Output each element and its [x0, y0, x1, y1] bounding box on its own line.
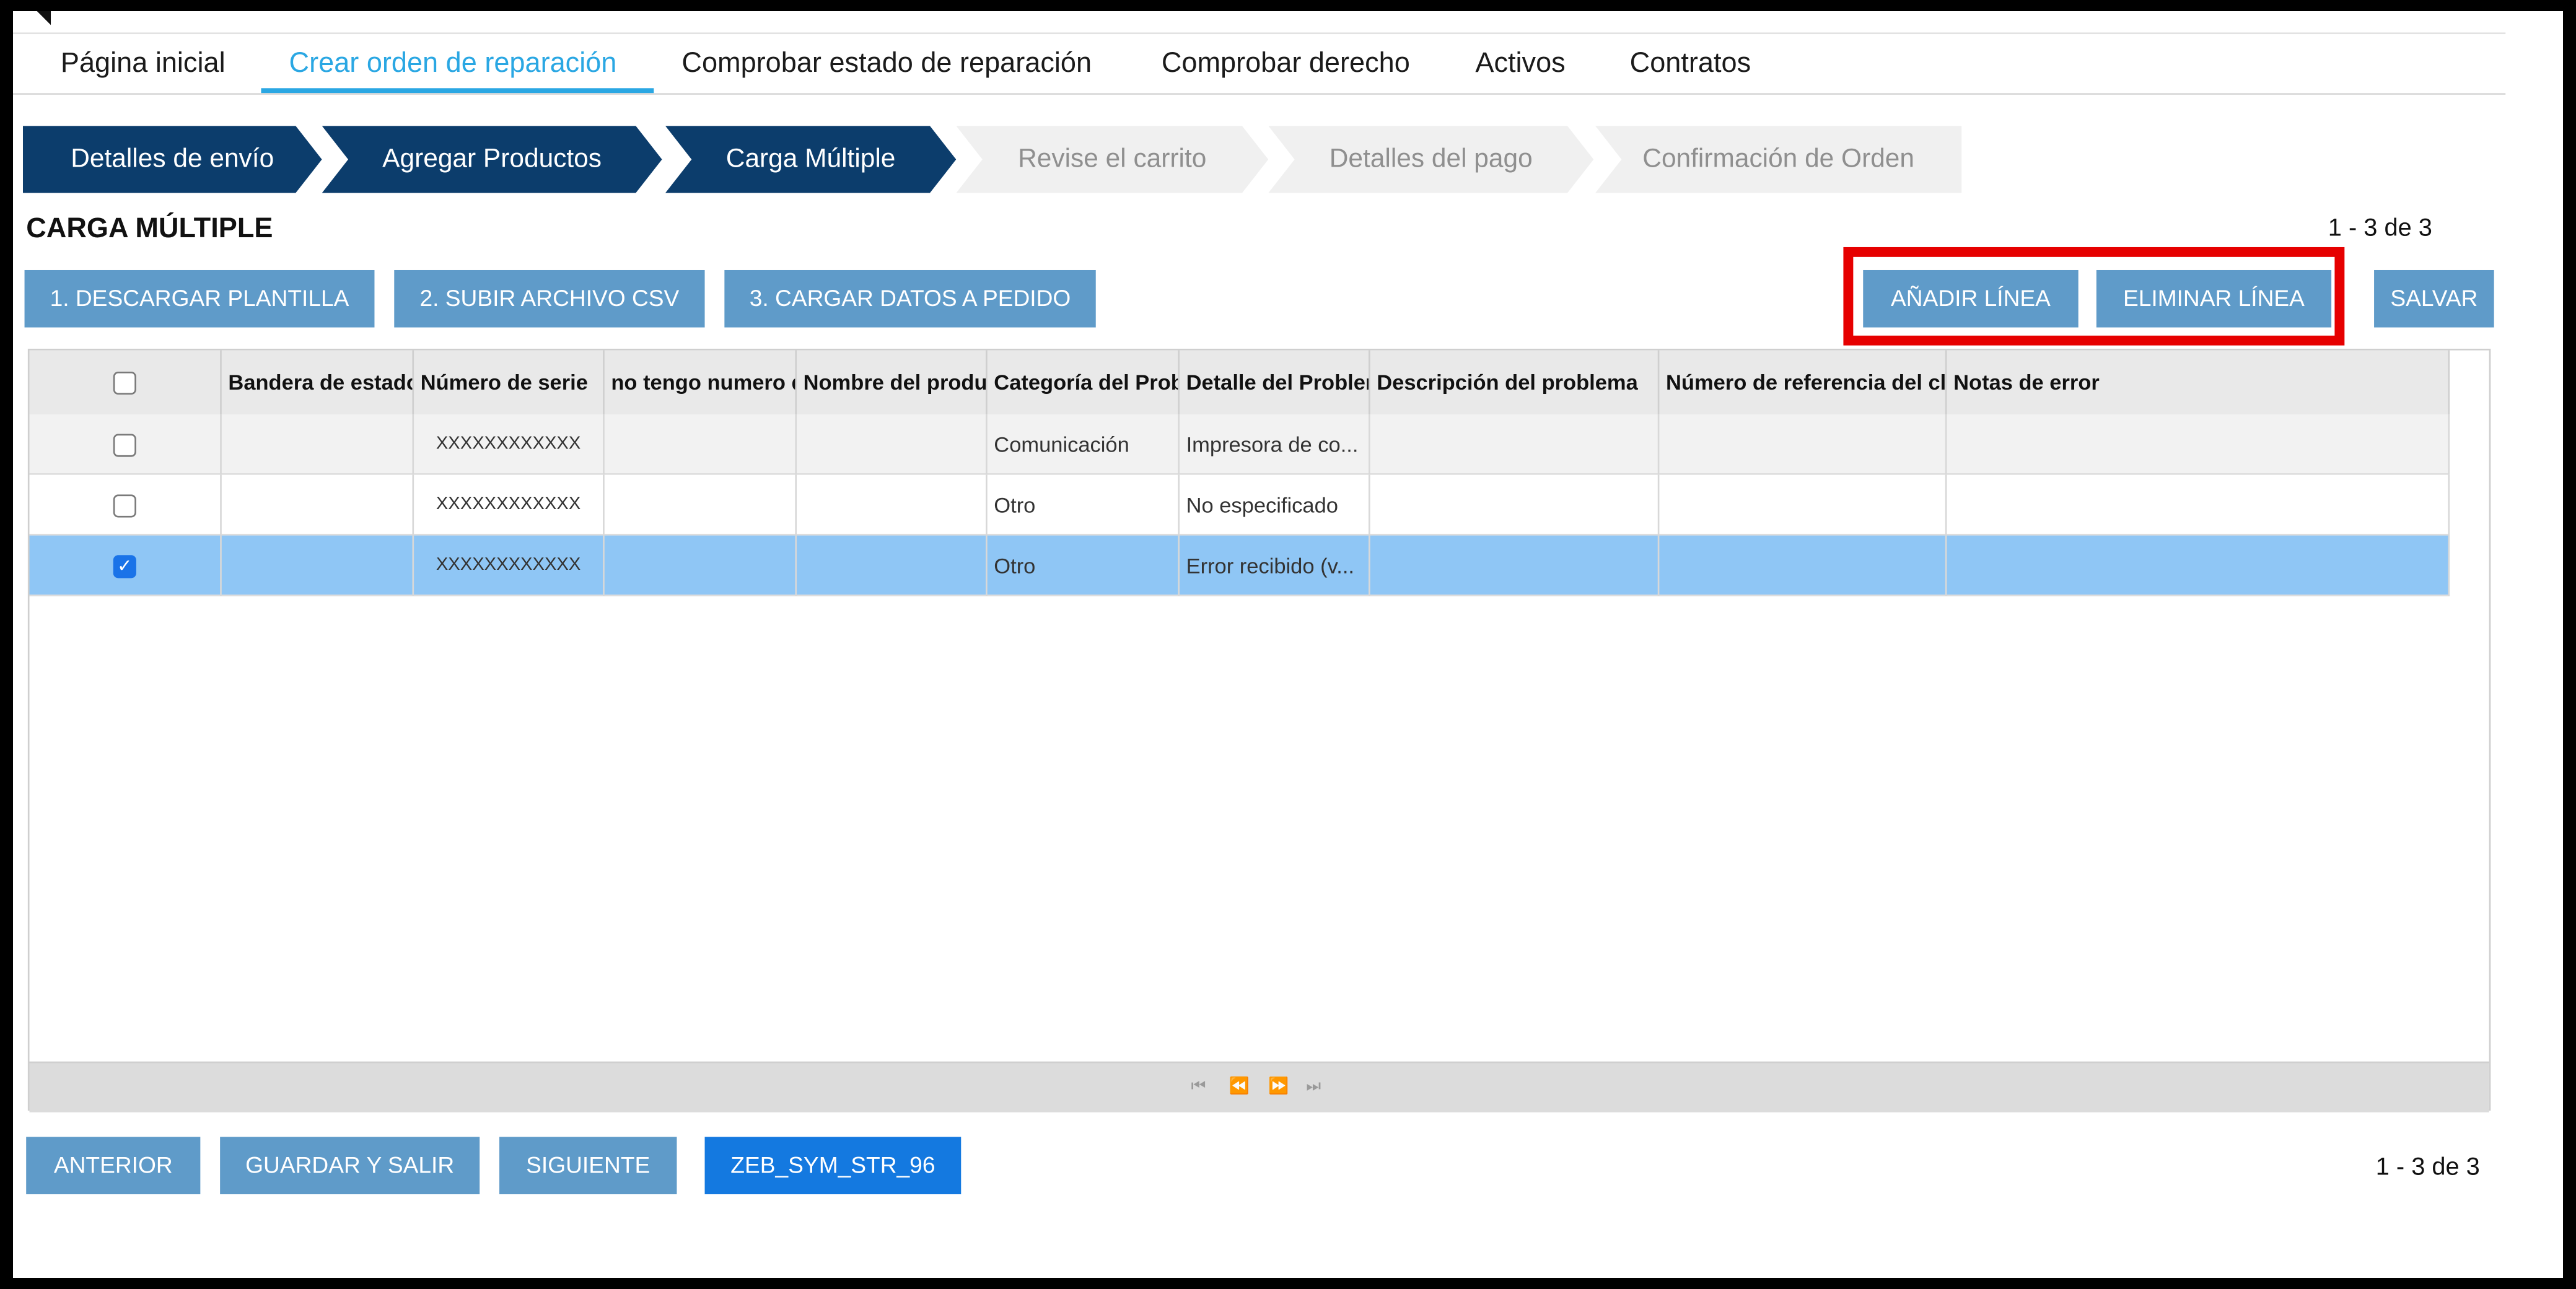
- step-add-products[interactable]: Agregar Productos: [322, 126, 662, 193]
- first-page-icon[interactable]: ⏮: [1191, 1078, 1206, 1096]
- cell-problem-category[interactable]: Otro: [988, 535, 1180, 596]
- cell-problem-category[interactable]: Otro: [988, 474, 1180, 536]
- cell-problem-description[interactable]: [1370, 414, 1660, 475]
- header-problem-description[interactable]: Descripción del problema: [1370, 350, 1660, 414]
- row-select-cell[interactable]: [30, 474, 222, 536]
- step-review-cart: Revise el carrito: [956, 126, 1268, 193]
- nav-item-check-entitlement[interactable]: Comprobar derecho: [1162, 32, 1410, 93]
- cell-status-flag[interactable]: [222, 535, 414, 596]
- table-row[interactable]: XXXXXXXXXXXX Comunicación Impresora de c…: [29, 414, 2450, 475]
- step-shipping-details[interactable]: Detalles de envío: [23, 126, 322, 193]
- cell-problem-category[interactable]: Comunicación: [988, 414, 1180, 475]
- header-customer-reference[interactable]: Número de referencia del cliente: [1659, 350, 1947, 414]
- select-all-checkbox[interactable]: [113, 370, 136, 394]
- header-serial-number[interactable]: Número de serie: [414, 350, 605, 414]
- header-no-serial[interactable]: no tengo numero de serie: [605, 350, 797, 414]
- nav-item-contracts[interactable]: Contratos: [1630, 32, 1751, 93]
- cell-customer-reference[interactable]: [1659, 535, 1947, 596]
- header-problem-category[interactable]: Categoría del Problema: [988, 350, 1180, 414]
- cell-customer-reference[interactable]: [1659, 474, 1947, 536]
- row-select-cell[interactable]: [30, 414, 222, 475]
- step-order-confirmation: Confirmación de Orden: [1595, 126, 1962, 193]
- cell-status-flag[interactable]: [222, 414, 414, 475]
- row-checkbox-checked[interactable]: ✓: [113, 554, 136, 578]
- cell-error-notes[interactable]: [1947, 474, 2450, 536]
- nav-item-assets[interactable]: Activos: [1475, 32, 1565, 93]
- save-and-exit-button[interactable]: GUARDAR Y SALIR: [220, 1137, 480, 1195]
- cell-problem-detail[interactable]: Error recibido (v...: [1180, 535, 1370, 596]
- logo-icon: ◥: [32, 11, 51, 26]
- header-problem-detail[interactable]: Detalle del Problema: [1180, 350, 1370, 414]
- upload-csv-button[interactable]: 2. SUBIR ARCHIVO CSV: [394, 269, 705, 328]
- record-count-top: 1 - 3 de 3: [2328, 214, 2432, 243]
- last-page-icon[interactable]: ⏭: [1306, 1078, 1321, 1096]
- download-template-button[interactable]: 1. DESCARGAR PLANTILLA: [24, 269, 375, 328]
- next-button[interactable]: SIGUIENTE: [499, 1137, 677, 1195]
- code-button[interactable]: ZEB_SYM_STR_96: [704, 1137, 962, 1195]
- cell-error-notes[interactable]: [1947, 535, 2450, 596]
- cell-product-name[interactable]: [797, 414, 988, 475]
- cell-no-serial[interactable]: [605, 474, 797, 536]
- grid-pager-bar: ⏮ ⏪ ⏩ ⏭: [29, 1061, 2489, 1112]
- row-select-cell[interactable]: ✓: [30, 535, 222, 596]
- cell-problem-detail[interactable]: No especificado: [1180, 474, 1370, 536]
- load-data-to-order-button[interactable]: 3. CARGAR DATOS A PEDIDO: [724, 269, 1096, 328]
- cell-problem-description[interactable]: [1370, 535, 1660, 596]
- nav-item-check-repair-status[interactable]: Comprobar estado de reparación: [681, 32, 1092, 93]
- nav-item-home[interactable]: Página inicial: [61, 32, 226, 93]
- cell-serial-number[interactable]: XXXXXXXXXXXX: [414, 414, 605, 475]
- table-row[interactable]: ✓ XXXXXXXXXXXX Otro Error recibido (v...: [29, 535, 2450, 596]
- next-page-icon[interactable]: ⏩: [1268, 1078, 1289, 1096]
- multiple-upload-grid: Bandera de estado Número de serie no ten…: [27, 348, 2491, 1112]
- nav-divider-bottom: [13, 93, 2506, 95]
- save-button[interactable]: SALVAR: [2374, 269, 2494, 328]
- cell-problem-detail[interactable]: Impresora de co...: [1180, 414, 1370, 475]
- nav-item-create-repair-order[interactable]: Crear orden de reparación: [289, 32, 617, 93]
- app-stage: ◥ Página inicial Crear orden de reparaci…: [13, 11, 2563, 1278]
- header-error-notes[interactable]: Notas de error: [1947, 350, 2450, 414]
- table-row[interactable]: XXXXXXXXXXXX Otro No especificado: [29, 474, 2450, 536]
- row-checkbox[interactable]: [113, 433, 136, 457]
- cell-serial-number[interactable]: XXXXXXXXXXXX: [414, 535, 605, 596]
- page-title: CARGA MÚLTIPLE: [26, 212, 273, 244]
- header-select-all[interactable]: [30, 350, 222, 414]
- step-multiple-upload[interactable]: Carga Múltiple: [665, 126, 956, 193]
- record-count-bottom: 1 - 3 de 3: [2375, 1153, 2480, 1181]
- header-product-name[interactable]: Nombre del producto: [797, 350, 988, 414]
- cell-no-serial[interactable]: [605, 535, 797, 596]
- cell-customer-reference[interactable]: [1659, 414, 1947, 475]
- previous-button[interactable]: ANTERIOR: [26, 1137, 201, 1195]
- header-status-flag[interactable]: Bandera de estado: [222, 350, 414, 414]
- nav-active-underline: [261, 88, 654, 94]
- cell-problem-description[interactable]: [1370, 474, 1660, 536]
- cell-product-name[interactable]: [797, 474, 988, 536]
- cell-product-name[interactable]: [797, 535, 988, 596]
- cell-no-serial[interactable]: [605, 414, 797, 475]
- prev-page-icon[interactable]: ⏪: [1229, 1078, 1250, 1096]
- step-payment-details: Detalles del pago: [1268, 126, 1593, 193]
- row-checkbox[interactable]: [113, 494, 136, 517]
- cell-status-flag[interactable]: [222, 474, 414, 536]
- page: ◥ Página inicial Crear orden de reparaci…: [13, 11, 2563, 1278]
- cell-serial-number[interactable]: XXXXXXXXXXXX: [414, 474, 605, 536]
- highlight-annotation: [1843, 247, 2345, 346]
- cell-error-notes[interactable]: [1947, 414, 2450, 475]
